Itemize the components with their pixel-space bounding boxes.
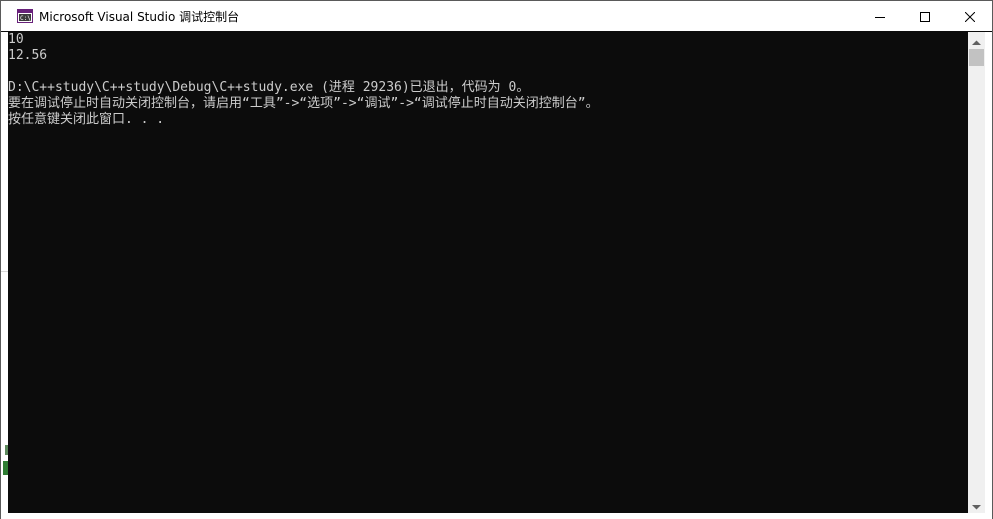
- console-line: 要在调试停止时自动关闭控制台，请启用“工具”->“选项”->“调试”->“调试停…: [8, 96, 599, 111]
- window-controls: [857, 1, 992, 31]
- close-icon: [964, 7, 975, 26]
- console-line: D:\C++study\C++study\Debug\C++study.exe …: [8, 80, 530, 95]
- console-output[interactable]: 10 12.56 D:\C++study\C++study\Debug\C++s…: [8, 32, 968, 513]
- visual-studio-console-icon: C:\: [17, 9, 33, 23]
- minimize-icon: [874, 7, 885, 26]
- maximize-button[interactable]: [902, 1, 947, 31]
- maximize-icon: [919, 7, 930, 26]
- window-bottom-border: [1, 513, 992, 519]
- scroll-up-arrow-icon: [972, 31, 981, 50]
- vertical-scrollbar[interactable]: [968, 32, 985, 513]
- window-title: Microsoft Visual Studio 调试控制台: [39, 9, 240, 24]
- title-bar[interactable]: C:\ Microsoft Visual Studio 调试控制台: [1, 1, 992, 31]
- console-line: 10: [8, 32, 24, 47]
- console-line: 按任意键关闭此窗口. . .: [8, 112, 165, 127]
- scroll-down-button[interactable]: [968, 496, 985, 513]
- scroll-up-button[interactable]: [968, 32, 985, 49]
- background-editor-strip: [1, 32, 8, 513]
- scroll-down-arrow-icon: [972, 495, 981, 514]
- background-divider: [1, 271, 8, 272]
- console-window: C:\ Microsoft Visual Studio 调试控制台 10 12.…: [0, 0, 993, 519]
- svg-text:C:\: C:\: [20, 15, 31, 22]
- background-window-strip: [985, 32, 992, 513]
- console-line: 12.56: [8, 48, 48, 63]
- close-button[interactable]: [947, 1, 992, 31]
- scroll-thumb[interactable]: [969, 49, 984, 66]
- minimize-button[interactable]: [857, 1, 902, 31]
